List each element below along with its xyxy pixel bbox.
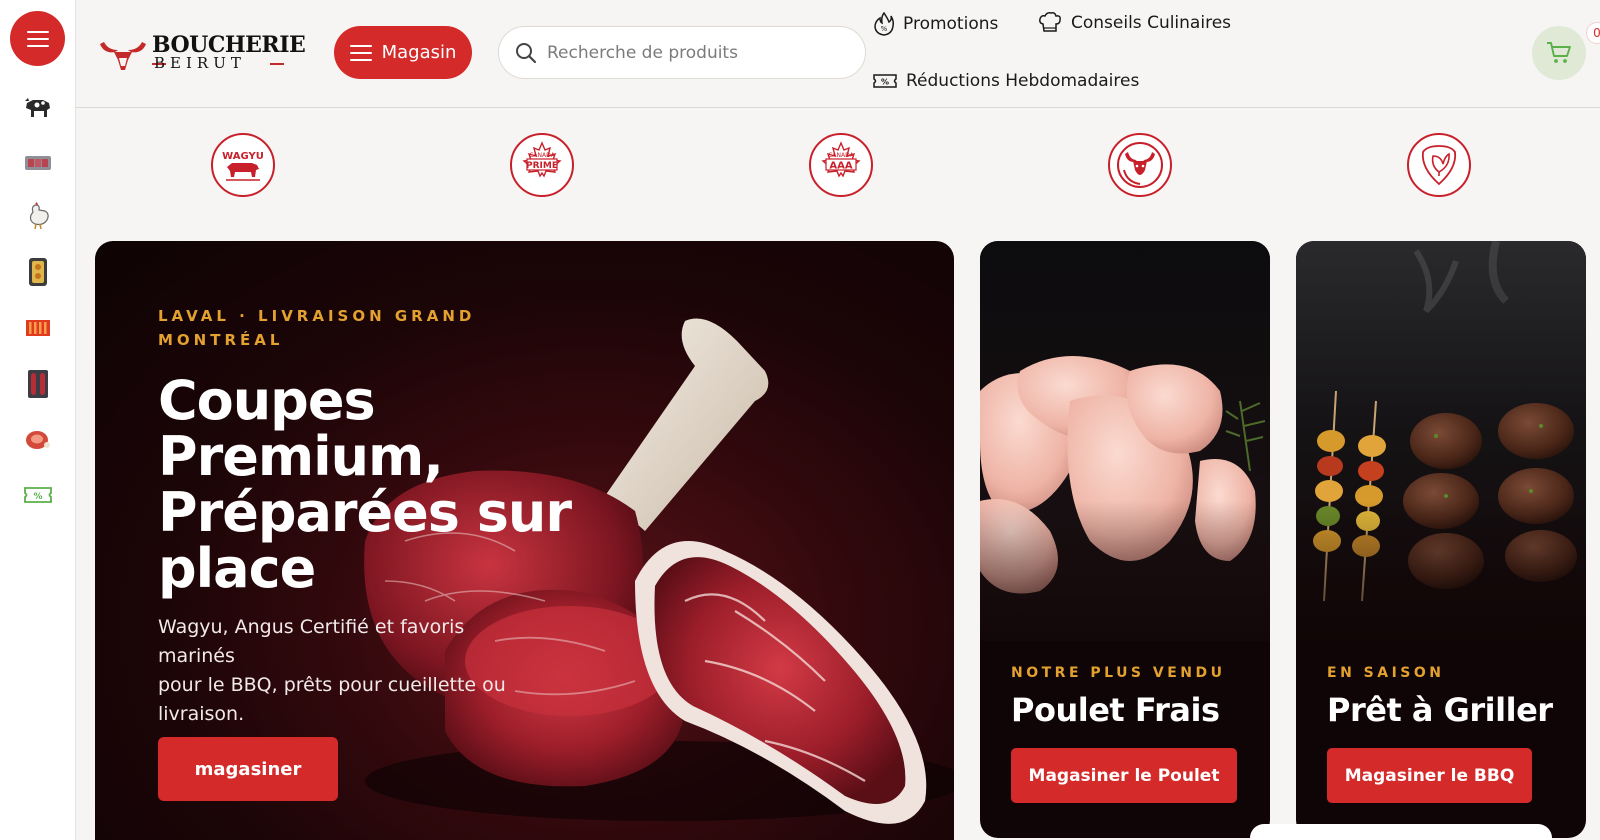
hero-shop-button[interactable]: magasiner (158, 737, 338, 801)
badge-aaa-label: AAA (829, 161, 852, 172)
nav-promotions[interactable]: % Promotions (874, 12, 998, 36)
cow-icon (25, 98, 50, 117)
card-fade-overlay (980, 501, 1270, 681)
sidebar-item-deals[interactable]: % (22, 479, 54, 511)
site-header: BOUCHERIE BEIRUT Magasin % Promotions Co… (76, 0, 1600, 108)
hero-desc-line-1: Wagyu, Angus Certifié et favoris marinés (158, 616, 465, 667)
badge-aaa-top: CANADA (828, 152, 854, 159)
shop-bbq-button[interactable]: Magasiner le BBQ (1327, 748, 1532, 803)
hero-title: Coupes Premium, Préparées sur place (158, 373, 578, 597)
marinated-box-icon (29, 258, 47, 286)
svg-text:%: % (881, 25, 888, 33)
nav-weekly-deals[interactable]: % Réductions Hebdomadaires (873, 71, 1139, 91)
card-chicken-eyebrow: NOTRE PLUS VENDU (1011, 665, 1226, 681)
shop-chicken-button[interactable]: Magasiner le Poulet (1011, 748, 1237, 803)
shopping-cart-icon (1547, 42, 1571, 63)
brand-logo[interactable]: BOUCHERIE BEIRUT (98, 32, 306, 74)
badge-prime-label: PRIME (526, 161, 558, 171)
hero-title-line-3: Préparées sur (158, 481, 572, 544)
nav-promotions-label: Promotions (903, 14, 999, 34)
badge-wagyu[interactable]: WAGYU (211, 133, 275, 197)
promo-card-chicken[interactable]: NOTRE PLUS VENDU Poulet Frais Magasiner … (980, 241, 1270, 838)
maple-leaf-prime-icon: CANADA PRIME (522, 141, 562, 178)
chicken-icon (29, 202, 49, 230)
promo-card-bbq[interactable]: EN SAISON Prêt à Griller Magasiner le BB… (1296, 241, 1586, 838)
sidebar-item-steaks[interactable] (22, 147, 54, 179)
category-sidebar: % (0, 0, 76, 840)
steak-tray-icon (25, 156, 51, 170)
leaf-shield-icon (1421, 145, 1457, 186)
sidebar-item-beef[interactable] (22, 91, 54, 123)
discount-ticket-icon: % (873, 74, 897, 88)
percent-ticket-icon: % (24, 487, 52, 503)
svg-text:%: % (33, 492, 42, 502)
product-search (498, 26, 866, 79)
nav-culinary-tips[interactable]: Conseils Culinaires (1038, 12, 1231, 34)
brand-subname: BEIRUT (154, 54, 246, 72)
hamburger-menu-icon (26, 30, 49, 47)
card-chicken-title: Poulet Frais (1011, 691, 1220, 729)
badge-prime-top: CANADA (529, 152, 555, 159)
nav-weekly-deals-label: Réductions Hebdomadaires (906, 71, 1140, 91)
nav-culinary-tips-label: Conseils Culinaires (1071, 13, 1232, 33)
cart-button[interactable] (1532, 26, 1586, 80)
hero-description: Wagyu, Angus Certifié et favoris marinés… (158, 613, 538, 729)
hero-desc-line-3: livraison. (158, 703, 245, 725)
floating-panel-peek (1250, 824, 1552, 840)
badge-bull-head[interactable] (1108, 133, 1172, 197)
sidebar-item-bbq[interactable] (22, 312, 54, 344)
hero-title-line-4: place (158, 537, 316, 600)
badge-natural[interactable] (1407, 133, 1471, 197)
maple-leaf-aaa-icon: CANADA AAA (821, 141, 861, 178)
hero-title-line-1: Coupes (158, 369, 376, 432)
chef-hat-icon (1039, 12, 1061, 32)
cart-count-badge: 0 (1586, 22, 1600, 44)
search-icon (516, 42, 537, 63)
store-menu-label: Magasin (381, 42, 457, 63)
sidebar-item-deli[interactable] (22, 423, 54, 455)
card-bbq-eyebrow: EN SAISON (1327, 665, 1445, 681)
badge-canada-aaa[interactable]: CANADA AAA (809, 133, 873, 197)
hero-eyebrow-line-1: LAVAL · LIVRAISON GRAND (158, 307, 476, 325)
badge-canada-prime[interactable]: CANADA PRIME (510, 133, 574, 197)
card-bbq-title: Prêt à Griller (1327, 691, 1553, 729)
bull-head-icon (1117, 142, 1163, 188)
badge-wagyu-label: WAGYU (222, 151, 264, 162)
card-fade-overlay (1296, 501, 1586, 681)
sausage-icon (28, 370, 48, 398)
search-input[interactable] (547, 42, 837, 63)
svg-text:%: % (881, 78, 889, 87)
sidebar-item-poultry[interactable] (22, 200, 54, 232)
hero-banner: LAVAL · LIVRAISON GRAND MONTRÉAL Coupes … (95, 241, 954, 840)
ham-icon (26, 431, 50, 449)
sidebar-menu-button[interactable] (10, 11, 65, 66)
hero-title-line-2: Premium, (158, 425, 444, 488)
sidebar-item-sausages[interactable] (22, 368, 54, 400)
store-menu-button[interactable]: Magasin (334, 26, 472, 79)
bbq-grill-icon (26, 320, 50, 336)
hero-desc-line-2: pour le BBQ, prêts pour cueillette ou (158, 674, 506, 696)
logo-rule-right (270, 63, 284, 65)
flame-icon: % (874, 12, 894, 36)
bull-horns-logo-icon (100, 42, 146, 70)
wagyu-bull-icon: WAGYU (222, 151, 264, 181)
sidebar-item-marinated[interactable] (22, 256, 54, 288)
hero-eyebrow-line-2: MONTRÉAL (158, 331, 284, 349)
hamburger-icon (349, 44, 372, 61)
